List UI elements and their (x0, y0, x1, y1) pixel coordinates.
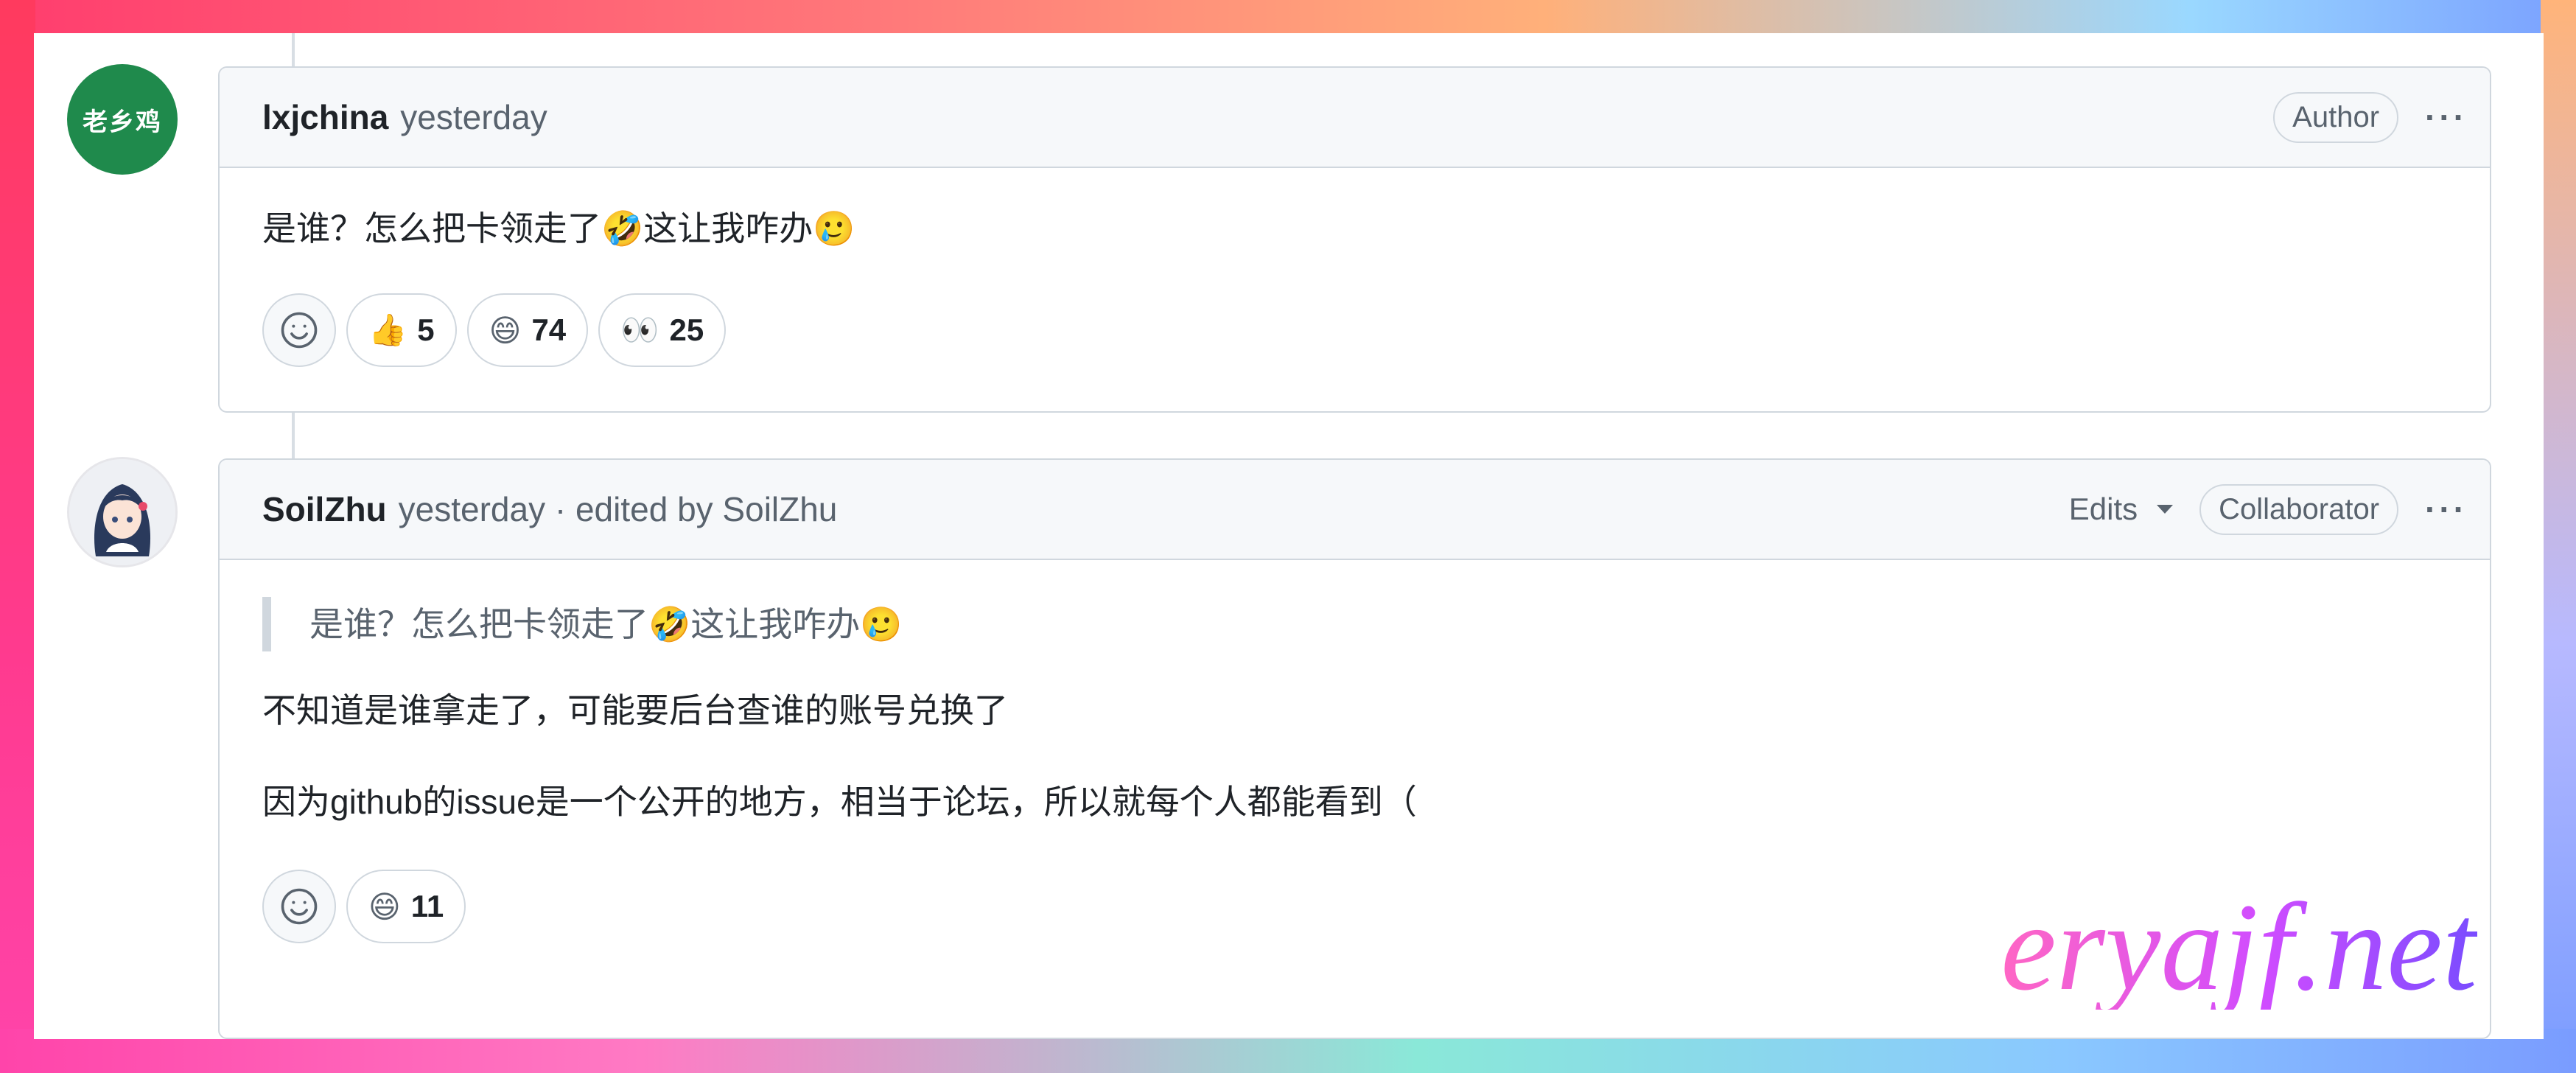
author-badge: Author (2273, 91, 2399, 143)
reaction-thumbs-up[interactable]: 👍 5 (346, 293, 457, 367)
comment-author[interactable]: lxjchina (262, 97, 388, 137)
comment-body: 是谁？怎么把卡领走了🤣这让我咋办🥲 👍 5 😄 74 👀 25 (220, 168, 2490, 367)
reaction-count: 11 (410, 889, 444, 923)
more-options-icon[interactable]: ··· (2425, 489, 2468, 529)
comment-time[interactable]: yesterday · edited by SoilZhu (399, 489, 838, 529)
reaction-count: 25 (669, 312, 704, 347)
comment-time[interactable]: yesterday (400, 97, 547, 137)
comment-header: SoilZhu yesterday · edited by SoilZhu Ed… (220, 460, 2490, 560)
eyes-icon: 👀 (620, 312, 659, 347)
edits-dropdown[interactable]: Edits (2068, 492, 2174, 527)
caret-down-icon (2157, 505, 2174, 514)
reaction-count: 74 (531, 312, 567, 347)
comment-text: 是谁？怎么把卡领走了🤣这让我咋办🥲 (262, 209, 855, 248)
thumbs-up-icon: 👍 (368, 312, 407, 347)
avatar-text: 老乡鸡 (83, 108, 162, 136)
reaction-laugh[interactable]: 😄 11 (346, 870, 466, 943)
edits-label: Edits (2068, 492, 2138, 526)
collaborator-badge: Collaborator (2199, 483, 2399, 535)
comment-paragraph: 不知道是谁拿走了，可能要后台查谁的账号兑换了 (262, 691, 1008, 730)
anime-avatar-icon (69, 459, 175, 565)
comment-card: lxjchina yesterday Author ··· 是谁？怎么把卡领走了… (218, 66, 2491, 413)
smiley-icon (281, 312, 318, 349)
watermark: eryajf.net (2001, 878, 2477, 1016)
comment-paragraph: 因为github的issue是一个公开的地方，相当于论坛，所以就每个人都能看到（ (262, 783, 1417, 821)
comment-author[interactable]: SoilZhu (262, 489, 387, 529)
frame-left (0, 0, 35, 1073)
more-options-icon[interactable]: ··· (2425, 97, 2468, 137)
add-reaction-button[interactable] (262, 293, 336, 367)
header-actions: Edits Collaborator ··· (2068, 483, 2468, 535)
reaction-laugh[interactable]: 😄 74 (466, 293, 589, 367)
smiley-icon (281, 888, 318, 925)
reactions-bar: 👍 5 😄 74 👀 25 (262, 293, 2447, 367)
avatar-soilzhu[interactable] (67, 457, 178, 567)
avatar-lxjchina[interactable]: 老乡鸡 (67, 64, 178, 175)
add-reaction-button[interactable] (262, 870, 336, 943)
comment-header: lxjchina yesterday Author ··· (220, 68, 2490, 168)
quoted-reply: 是谁？怎么把卡领走了🤣这让我咋办🥲 (262, 597, 2447, 651)
laugh-icon: 😄 (368, 889, 401, 924)
reaction-eyes[interactable]: 👀 25 (598, 293, 727, 367)
reaction-count: 5 (417, 312, 435, 347)
laugh-icon: 😄 (489, 312, 522, 348)
frame-right (2541, 0, 2576, 1073)
issue-timeline: 老乡鸡 lxjchina yesterday Author ··· 是谁？怎么把… (34, 33, 2544, 1039)
header-actions: Author ··· (2273, 91, 2468, 143)
